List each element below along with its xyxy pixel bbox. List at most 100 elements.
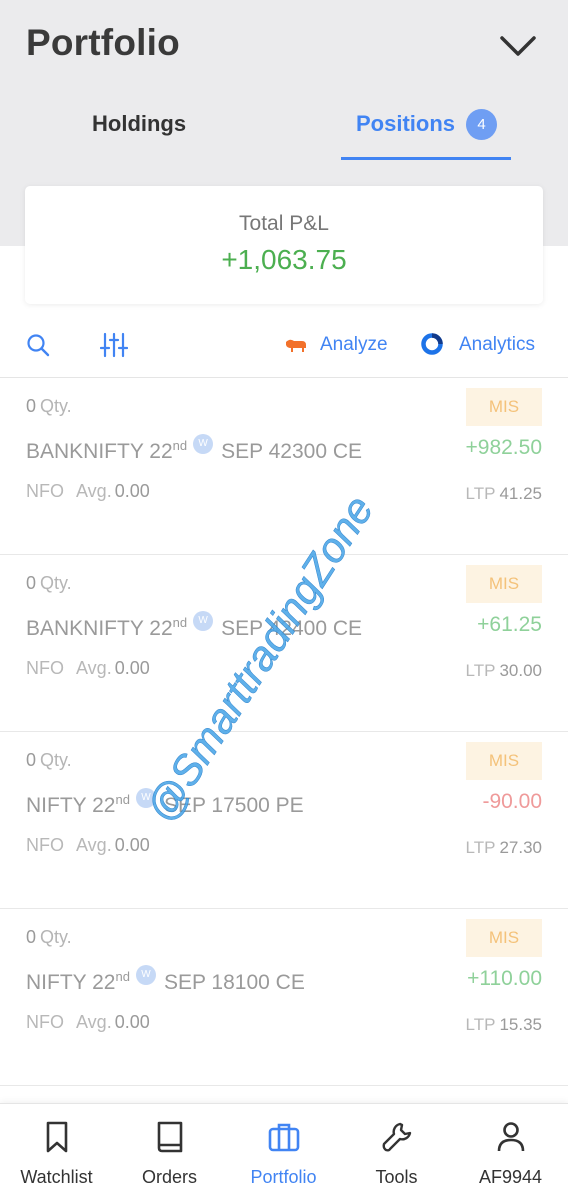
day-suffix: nd (115, 792, 130, 807)
position-pnl: +982.50 (465, 436, 543, 459)
day-suffix: nd (172, 438, 188, 453)
position-qty: 0 Qty. (26, 927, 72, 948)
ltp-value: 41.25 (499, 484, 542, 503)
exchange-label: NFO (26, 481, 64, 501)
exchange-label: NFO (26, 658, 64, 678)
position-row[interactable]: 0 Qty. NIFTY 22nd W SEP 18100 CE NFO Avg. 0.0… (0, 909, 568, 1086)
briefcase-icon (268, 1123, 299, 1152)
qty-unit: Qty. (40, 573, 72, 593)
user-icon (497, 1122, 524, 1152)
total-pnl-label: Total P&L (239, 212, 329, 235)
instrument-symbol: BANKNIFTY 22 (26, 440, 173, 463)
ltp: LTP 30.00 (466, 661, 542, 681)
nav-label: Watchlist (20, 1167, 93, 1187)
qty-unit: Qty. (40, 750, 72, 770)
instrument-contract: SEP 42300 CE (221, 440, 363, 463)
ltp-label: LTP (465, 484, 496, 503)
avg-value: 0.00 (114, 481, 150, 501)
qty-value: 0 (26, 573, 37, 593)
filter-sliders-icon[interactable] (100, 332, 128, 358)
chevron-down-icon[interactable] (498, 28, 538, 64)
positions-count-badge: 4 (466, 108, 498, 140)
avg-label: Avg. (76, 1012, 112, 1032)
nav-watchlist[interactable]: Watchlist (0, 1104, 113, 1200)
nav-label: AF9944 (478, 1167, 543, 1187)
weekly-badge: W (135, 965, 156, 985)
book-icon (157, 1121, 182, 1153)
instrument-symbol: BANKNIFTY 22 (26, 617, 173, 640)
weekly-badge: W (193, 611, 214, 631)
position-row[interactable]: 0 Qty. BANKNIFTY 22nd W SEP 42300 CE NFO Avg… (0, 378, 568, 555)
active-tab-indicator (341, 157, 511, 160)
product-badge: MIS (466, 565, 542, 603)
ltp: LTP 27.30 (466, 838, 542, 858)
position-qty: 0 Qty. (26, 573, 72, 594)
avg-label: Avg. (76, 481, 112, 501)
tab-holdings-label: Holdings (92, 111, 187, 136)
position-row[interactable]: 0 Qty. NIFTY 22nd W SEP 17500 PE NFO Avg. 0.0… (0, 732, 568, 909)
exchange-avg: NFO Avg. 0.00 (26, 658, 150, 679)
ltp: LTP 41.25 (466, 484, 542, 504)
avg-value: 0.00 (114, 835, 150, 855)
analytics-ring-icon[interactable] (420, 332, 444, 356)
nav-tools[interactable]: Tools (340, 1104, 453, 1200)
product-badge: MIS (466, 388, 542, 426)
nav-label: Tools (375, 1167, 418, 1187)
instrument-name: NIFTY 22nd W SEP 18100 CE (26, 965, 305, 995)
qty-value: 0 (26, 750, 37, 770)
nav-label: Orders (141, 1167, 197, 1187)
exchange-avg: NFO Avg. 0.00 (26, 835, 150, 856)
tab-positions-label: Positions (356, 111, 456, 136)
exchange-avg: NFO Avg. 0.00 (26, 1012, 150, 1033)
avg-value: 0.00 (114, 1012, 150, 1032)
bookmark-icon (46, 1121, 67, 1153)
exchange-avg: NFO Avg. 0.00 (26, 481, 150, 502)
analyze-link[interactable]: Analyze (320, 334, 388, 356)
positions-toolbar: Analyze Analytics (0, 320, 568, 376)
ltp-label: LTP (465, 838, 496, 857)
avg-value: 0.00 (114, 658, 150, 678)
qty-unit: Qty. (40, 927, 72, 947)
total-pnl-card: Total P&L +1,063.75 (25, 186, 543, 304)
position-qty: 0 Qty. (26, 396, 72, 417)
total-pnl-value: +1,063.75 (221, 244, 347, 275)
ltp-value: 27.30 (499, 838, 542, 857)
avg-label: Avg. (76, 658, 112, 678)
tab-holdings[interactable]: Holdings (92, 104, 186, 144)
page-title: Portfolio (26, 22, 180, 63)
qty-value: 0 (26, 927, 37, 947)
weekly-badge: W (193, 434, 214, 454)
nav-account[interactable]: AF9944 (454, 1104, 567, 1200)
avg-label: Avg. (76, 835, 112, 855)
nav-orders[interactable]: Orders (113, 1104, 226, 1200)
search-icon[interactable] (26, 333, 50, 357)
instrument-name: BANKNIFTY 22nd W SEP 42300 CE (26, 434, 362, 464)
analytics-link[interactable]: Analytics (459, 334, 535, 356)
product-badge: MIS (466, 919, 542, 957)
wrench-icon (382, 1122, 411, 1152)
exchange-label: NFO (26, 835, 64, 855)
ltp-label: LTP (465, 661, 496, 680)
instrument-symbol: NIFTY 22 (26, 794, 116, 817)
product-badge: MIS (466, 742, 542, 780)
day-suffix: nd (172, 615, 188, 630)
instrument-contract: SEP 18100 CE (163, 971, 305, 994)
ltp-value: 15.35 (499, 1015, 542, 1034)
ltp-label: LTP (465, 1015, 496, 1034)
exchange-label: NFO (26, 1012, 64, 1032)
nav-label: Portfolio (250, 1167, 317, 1187)
instrument-symbol: NIFTY 22 (26, 971, 116, 994)
ltp-value: 30.00 (499, 661, 542, 680)
qty-value: 0 (26, 396, 37, 416)
qty-unit: Qty. (40, 396, 72, 416)
nav-portfolio[interactable]: Portfolio (227, 1104, 340, 1200)
position-qty: 0 Qty. (26, 750, 72, 771)
ltp: LTP 15.35 (466, 1015, 542, 1035)
position-pnl: -90.00 (482, 790, 542, 813)
day-suffix: nd (115, 969, 130, 984)
position-pnl: +61.25 (477, 613, 542, 636)
bottom-nav: Watchlist Orders Portfolio Tools AF9944 (0, 1103, 568, 1200)
tab-positions[interactable]: Positions 4 (356, 104, 498, 144)
position-pnl: +110.00 (467, 967, 542, 990)
bull-icon[interactable] (284, 336, 308, 354)
